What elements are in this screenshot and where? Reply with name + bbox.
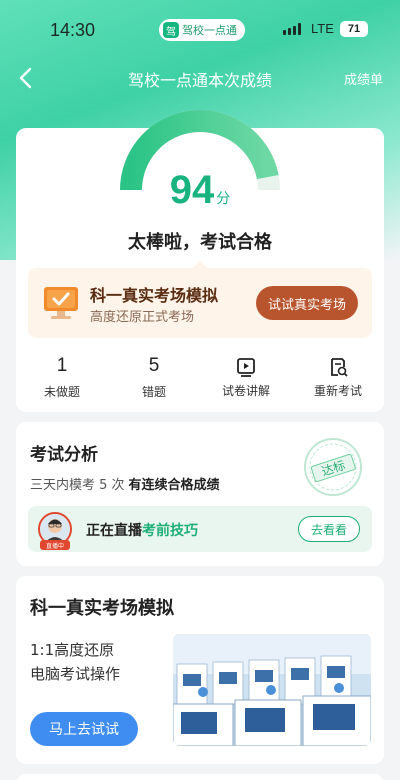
live-stream-text: 正在直播考前技巧 [86, 520, 198, 540]
redo-exam-icon [331, 358, 348, 377]
stat-explanation-label: 试卷讲解 [221, 384, 270, 398]
real-exam-promo[interactable]: 科一真实考场模拟 高度还原正式考场 试试真实考场 [28, 261, 372, 338]
stat-retake-label: 重新考试 [313, 384, 362, 398]
score-value: 94 [169, 168, 215, 212]
real-exam-card: 科一真实考场模拟 1:1高度还原 电脑考试操作 马上去试试 [16, 576, 384, 764]
stat-explanation[interactable]: 试卷讲解 [200, 354, 292, 404]
battery-icon: 71 [340, 21, 368, 37]
signal-icon [283, 23, 301, 35]
stat-retake[interactable]: 重新考试 [292, 354, 384, 404]
try-now-button[interactable]: 马上去试试 [30, 712, 138, 746]
transcript-link[interactable]: 成绩单 [344, 69, 383, 88]
exam-room-photo [173, 634, 371, 746]
network-label: LTE [311, 21, 334, 36]
computer-check-icon [44, 287, 78, 319]
stat-undone-value: 1 [56, 355, 68, 376]
live-topic: 考前技巧 [142, 523, 198, 539]
video-play-icon [237, 358, 255, 377]
watch-live-button[interactable]: 去看看 [298, 516, 360, 542]
analysis-summary: 三天内模考 5 次有连续合格成绩 [30, 474, 220, 493]
app-pill: 驾 驾校一点通 [159, 19, 245, 41]
qualified-stamp-icon: 达标 [304, 438, 362, 496]
analysis-card: 考试分析 三天内模考 5 次有连续合格成绩 达标 直播中 正在直播考前技巧 去看… [16, 422, 384, 566]
try-real-exam-button[interactable]: 试试真实考场 [256, 286, 358, 320]
promo-subtitle: 高度还原正式考场 [90, 310, 195, 325]
status-bar: 14:30 驾 驾校一点通 LTE 71 [0, 0, 400, 58]
analysis-title: 考试分析 [30, 445, 98, 465]
live-prefix: 正在直播 [86, 523, 142, 539]
result-verdict: 太棒啦，考试合格 [128, 232, 272, 253]
stat-wrong-value: 5 [148, 355, 160, 376]
real-exam-desc-line1: 1:1高度还原 [30, 641, 115, 659]
stat-wrong-label: 错题 [141, 385, 166, 399]
real-exam-description: 1:1高度还原 电脑考试操作 [30, 638, 160, 686]
analysis-summary-result: 有连续合格成绩 [128, 478, 220, 493]
real-exam-desc-line2: 电脑考试操作 [30, 665, 121, 683]
next-card-edge [16, 774, 384, 780]
app-pill-label: 驾校一点通 [182, 24, 237, 37]
promo-title: 科一真实考场模拟 [90, 286, 219, 305]
stats-row: 1 未做题 5 错题 试卷讲解 重新考试 [16, 354, 384, 404]
analysis-summary-count: 三天内模考 5 次 [30, 478, 125, 493]
live-stream-banner[interactable]: 直播中 正在直播考前技巧 去看看 [28, 506, 372, 552]
stat-undone[interactable]: 1 未做题 [16, 354, 108, 404]
real-exam-title: 科一真实考场模拟 [30, 598, 174, 619]
app-logo-icon: 驾 [163, 22, 179, 38]
live-badge: 直播中 [40, 540, 70, 550]
stat-wrong[interactable]: 5 错题 [108, 354, 200, 404]
score-card: 94 分 太棒啦，考试合格 科一真实考场模拟 高度还原正式考场 试试真实考场 1 … [16, 109, 384, 412]
stat-undone-label: 未做题 [43, 385, 80, 399]
score-unit: 分 [216, 191, 231, 207]
stamp-label: 达标 [320, 458, 347, 479]
page-title: 驾校一点通本次成绩 [127, 71, 272, 90]
status-time: 14:30 [50, 20, 96, 40]
score-display: 94 分 [16, 168, 384, 213]
top-nav: 驾校一点通本次成绩 成绩单 [0, 58, 400, 98]
